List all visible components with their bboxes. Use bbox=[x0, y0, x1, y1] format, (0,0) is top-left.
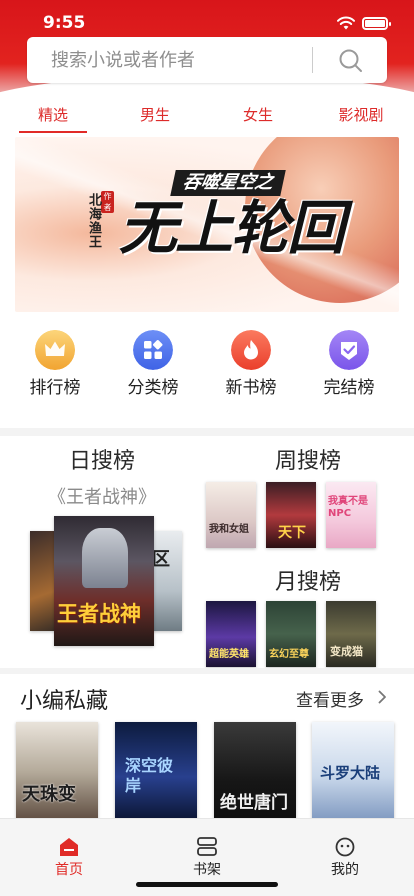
search-bar bbox=[27, 37, 387, 83]
chevron-right-icon[interactable] bbox=[378, 690, 387, 704]
cover-title: 我真不是NPC bbox=[328, 496, 368, 519]
nav-label: 我的 bbox=[331, 862, 359, 878]
quick-link-label: 分类榜 bbox=[127, 378, 179, 398]
search-divider bbox=[312, 47, 313, 73]
nav-label: 首页 bbox=[55, 862, 83, 878]
nav-home[interactable]: 首页 bbox=[34, 837, 104, 881]
cover-title: 天珠变 bbox=[22, 784, 76, 805]
search-input[interactable] bbox=[51, 48, 321, 72]
grid-icon bbox=[133, 330, 173, 370]
book-cover-pick-3[interactable]: 绝世唐门 bbox=[214, 722, 296, 822]
editor-picks-title: 小编私藏 bbox=[20, 689, 109, 714]
banner-author: 北海渔王 bbox=[86, 193, 101, 249]
quick-link-label: 完结榜 bbox=[323, 378, 375, 398]
section-divider bbox=[0, 668, 414, 674]
book-cover-weekly-3[interactable]: 我真不是NPC bbox=[326, 482, 376, 548]
tab-label: 女生 bbox=[242, 106, 273, 124]
book-cover-pick-1[interactable]: 天珠变 bbox=[16, 722, 98, 822]
nav-bookshelf[interactable]: 书架 bbox=[172, 837, 242, 881]
cover-title: 玄幻至尊 bbox=[269, 649, 309, 660]
cover-title: 斗罗大陆 bbox=[320, 764, 381, 782]
banner-tagline-text: 吞噬星空之 bbox=[180, 172, 276, 193]
wifi-icon bbox=[337, 16, 355, 30]
nav-label: 书架 bbox=[193, 862, 221, 878]
quick-link-label: 排行榜 bbox=[29, 378, 81, 398]
see-more-link[interactable]: 查看更多 bbox=[296, 686, 364, 711]
cover-title: 天下 bbox=[278, 525, 306, 541]
weekly-rank-title[interactable]: 周搜榜 bbox=[275, 443, 341, 475]
book-cover-wangzhe-zhanshen[interactable]: 王者战神 bbox=[54, 516, 154, 646]
category-tabs: 精选 男生 女生 影视剧 bbox=[0, 104, 414, 134]
book-cover-pick-2[interactable]: 深空彼岸 bbox=[115, 722, 197, 822]
book-cover-monthly-1[interactable]: 超能英雄 bbox=[206, 601, 256, 667]
app-root: 9:55 精选 男生 女生 影视剧 bbox=[0, 0, 414, 896]
tab-label: 男生 bbox=[139, 106, 170, 124]
quick-link-new-books[interactable]: 新书榜 bbox=[216, 330, 286, 398]
cover-title: 绝世唐门 bbox=[220, 793, 288, 813]
home-icon bbox=[60, 838, 78, 856]
quick-link-category[interactable]: 分类榜 bbox=[118, 330, 188, 398]
book-cover-pick-4[interactable]: 斗罗大陆 bbox=[312, 722, 394, 822]
promo-banner[interactable]: 作者 北海渔王 吞噬星空之 无上轮回 bbox=[15, 137, 399, 312]
daily-rank-featured-title: 《王者战神》 bbox=[48, 487, 156, 508]
cover-title: 深空彼岸 bbox=[125, 756, 174, 795]
crown-icon bbox=[35, 330, 75, 370]
battery-icon bbox=[362, 17, 391, 30]
cover-title: 超能英雄 bbox=[209, 649, 249, 660]
cover-figure-art bbox=[82, 528, 128, 588]
tab-label: 影视剧 bbox=[338, 106, 384, 124]
profile-icon bbox=[335, 837, 355, 857]
cover-title: 我和女姐 bbox=[209, 524, 249, 535]
bookshelf-icon bbox=[197, 837, 217, 856]
book-cover-weekly-2[interactable]: 天下 bbox=[266, 482, 316, 548]
banner-title: 无上轮回 bbox=[119, 194, 345, 262]
cover-title: 变成猫 bbox=[330, 645, 363, 658]
banner-author-seal: 作者 bbox=[101, 191, 114, 213]
cover-fragment-text: 区 bbox=[152, 549, 170, 570]
cover-title: 王者战神 bbox=[57, 602, 141, 626]
quick-link-ranking[interactable]: 排行榜 bbox=[20, 330, 90, 398]
search-icon[interactable] bbox=[337, 47, 365, 75]
book-cover-monthly-2[interactable]: 玄幻至尊 bbox=[266, 601, 316, 667]
tab-male[interactable]: 男生 bbox=[139, 104, 171, 134]
flame-icon bbox=[231, 330, 271, 370]
nav-profile[interactable]: 我的 bbox=[310, 837, 380, 881]
quick-link-label: 新书榜 bbox=[225, 378, 277, 398]
daily-rank-title[interactable]: 日搜榜 bbox=[69, 443, 135, 475]
book-cover-weekly-1[interactable]: 我和女姐 bbox=[206, 482, 256, 548]
home-indicator bbox=[136, 882, 278, 887]
status-time: 9:55 bbox=[43, 13, 86, 33]
tab-label: 精选 bbox=[37, 106, 68, 124]
section-divider bbox=[0, 428, 414, 436]
quick-link-completed[interactable]: 完结榜 bbox=[314, 330, 384, 398]
status-bar: 9:55 bbox=[0, 12, 414, 36]
check-shield-icon bbox=[329, 330, 369, 370]
monthly-rank-title[interactable]: 月搜榜 bbox=[275, 564, 341, 596]
tab-tv-drama[interactable]: 影视剧 bbox=[337, 104, 385, 134]
daily-rank-back-cover-right[interactable]: 区 bbox=[150, 531, 182, 631]
tab-featured[interactable]: 精选 bbox=[19, 104, 87, 134]
book-cover-monthly-3[interactable]: 变成猫 bbox=[326, 601, 376, 667]
tab-female[interactable]: 女生 bbox=[242, 104, 274, 134]
